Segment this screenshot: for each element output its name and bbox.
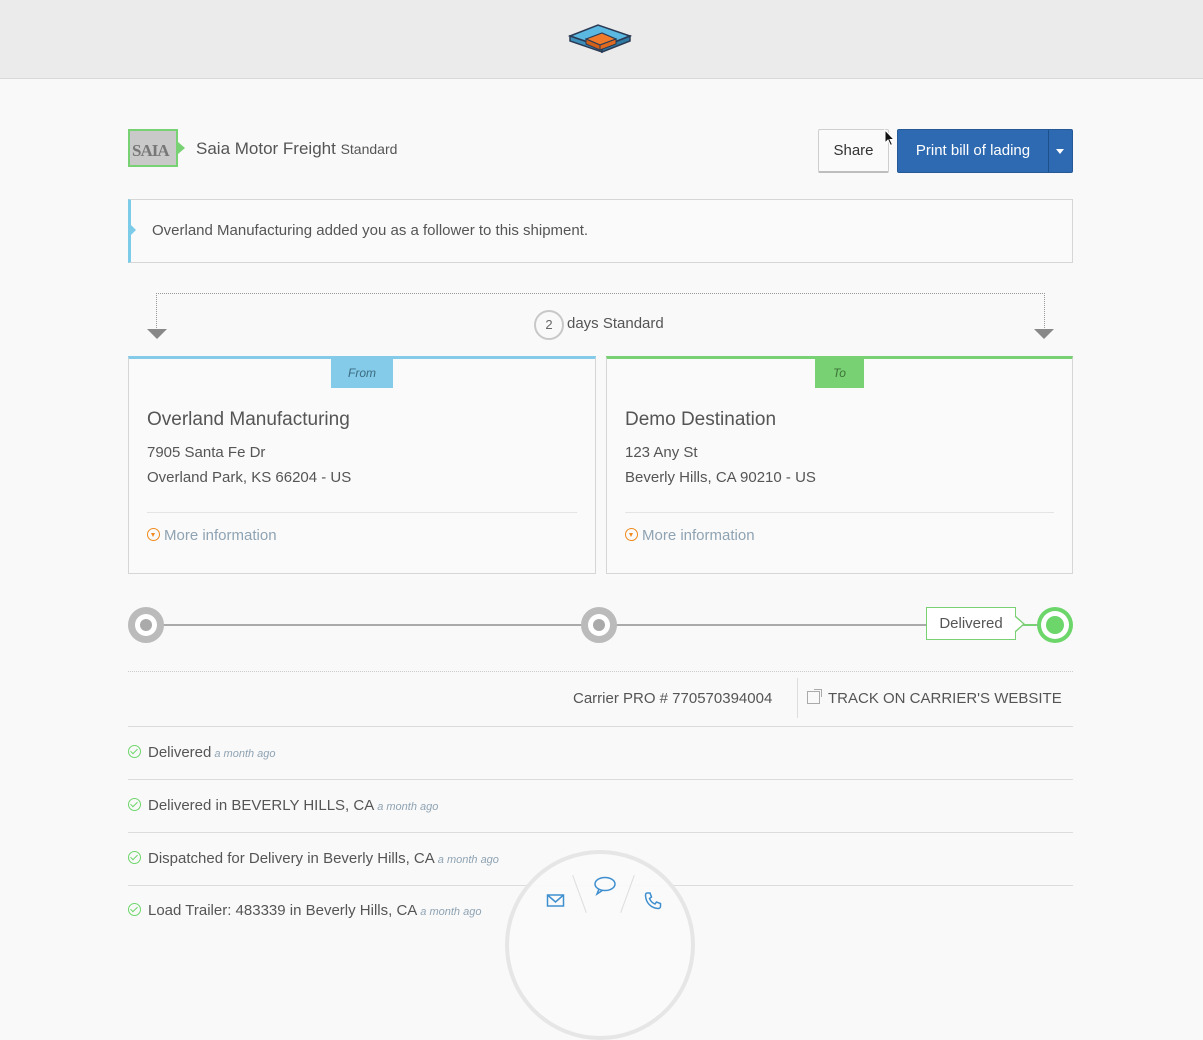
carrier-logo-text: SAIA (132, 141, 170, 160)
destination-more-label[interactable]: More information (642, 527, 755, 544)
arrow-down-icon (147, 329, 167, 339)
origin-address-line2: Overland Park, KS 66204 - US (147, 469, 352, 486)
chevron-down-icon[interactable] (1056, 149, 1064, 154)
event-divider (128, 832, 1073, 833)
notice-message: Overland Manufacturing added you as a fo… (152, 222, 589, 239)
origin-address-line1: 7905 Santa Fe Dr (147, 444, 266, 461)
download-circle-icon (147, 528, 160, 541)
progress-step-pickup (128, 607, 164, 643)
external-link-icon (807, 689, 822, 704)
status-connector (1024, 624, 1036, 626)
event-item: Delivered a month ago (128, 744, 276, 761)
print-bill-of-lading-label[interactable]: Print bill of lading (898, 130, 1048, 172)
card-divider (147, 512, 577, 513)
event-divider (128, 779, 1073, 780)
carrier-title: Saia Motor Freight Standard (196, 139, 397, 159)
destination-more-information-link[interactable]: More information (625, 527, 755, 544)
print-bill-of-lading-button[interactable]: Print bill of lading (897, 129, 1073, 173)
track-link-label[interactable]: TRACK ON CARRIER'S WEBSITE (828, 690, 1062, 707)
event-text: Dispatched for Delivery in Beverly Hills… (148, 850, 435, 867)
event-item: Delivered in BEVERLY HILLS, CA a month ag… (128, 797, 438, 814)
destination-address-line1: 123 Any St (625, 444, 698, 461)
destination-name: Demo Destination (625, 409, 777, 430)
shipment-content: SAIA Saia Motor Freight Standard Share P… (128, 0, 1073, 919)
carrier-name: Saia Motor Freight (196, 139, 336, 158)
card-divider (625, 512, 1054, 513)
dial-divider (620, 875, 635, 913)
status-badge: Delivered (926, 607, 1016, 640)
event-text: Delivered in BEVERLY HILLS, CA (148, 797, 375, 814)
notice-pointer (130, 224, 136, 236)
event-text: Delivered (148, 744, 212, 761)
track-on-carrier-website-link[interactable]: TRACK ON CARRIER'S WEBSITE (807, 689, 1062, 707)
event-time: a month ago (214, 748, 276, 760)
progress-step-in-transit (581, 607, 617, 643)
mail-icon[interactable] (546, 893, 566, 909)
check-circle-icon (128, 798, 141, 811)
phone-icon[interactable] (643, 891, 663, 911)
event-time: a month ago (420, 906, 482, 918)
event-text: Load Trailer: 483339 in Beverly Hills, C… (148, 902, 418, 919)
button-separator (1048, 130, 1049, 172)
event-item: Dispatched for Delivery in Beverly Hills… (128, 850, 499, 867)
origin-name: Overland Manufacturing (147, 409, 350, 430)
carrier-logo-pointer (178, 142, 185, 154)
mouse-cursor-icon (884, 129, 896, 147)
to-tag: To (815, 359, 864, 388)
status-badge-pointer-inner (1015, 617, 1023, 631)
destination-card: To Demo Destination 123 Any St Beverly H… (606, 356, 1073, 574)
check-circle-icon (128, 745, 141, 758)
arrow-down-icon (1034, 329, 1054, 339)
origin-card: From Overland Manufacturing 7905 Santa F… (128, 356, 596, 574)
transit-days-count: 2 (534, 310, 564, 340)
check-circle-icon (128, 903, 141, 916)
tracking-separator (797, 678, 798, 718)
download-circle-icon (625, 528, 638, 541)
check-circle-icon (128, 851, 141, 864)
carrier-logo: SAIA (128, 129, 178, 167)
dial-divider (572, 875, 587, 913)
share-button[interactable]: Share (818, 129, 889, 173)
event-item: Load Trailer: 483339 in Beverly Hills, C… (128, 902, 481, 919)
carrier-pro-number: Carrier PRO # 770570394004 (573, 690, 773, 707)
chat-icon[interactable] (593, 876, 617, 896)
follower-notice: Overland Manufacturing added you as a fo… (128, 199, 1073, 263)
origin-more-label[interactable]: More information (164, 527, 277, 544)
carrier-service: Standard (340, 141, 398, 157)
from-tag: From (331, 359, 393, 388)
transit-days-label: days Standard (567, 315, 664, 332)
progress-step-delivered (1037, 607, 1073, 643)
event-divider (128, 726, 1073, 727)
section-divider (128, 671, 1073, 672)
origin-more-information-link[interactable]: More information (147, 527, 277, 544)
event-time: a month ago (437, 854, 499, 866)
event-time: a month ago (377, 801, 439, 813)
destination-address-line2: Beverly Hills, CA 90210 - US (625, 469, 816, 486)
contact-dial (505, 850, 695, 1040)
